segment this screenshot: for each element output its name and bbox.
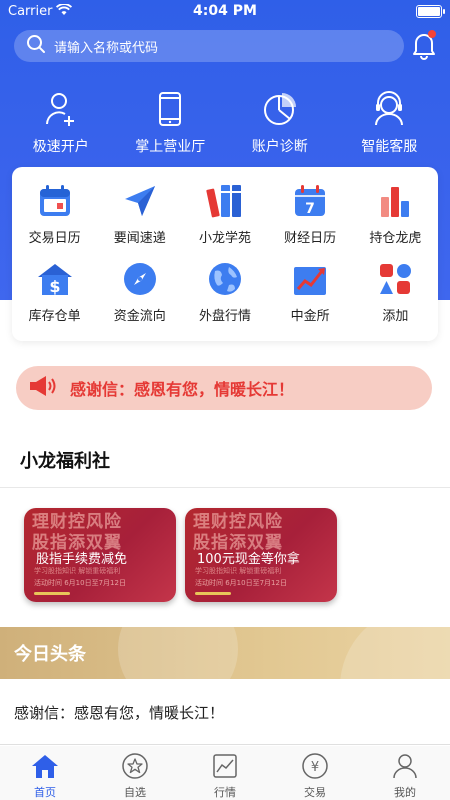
paper-plane-icon bbox=[99, 181, 181, 221]
action-smart-service[interactable]: 智能客服 bbox=[339, 90, 439, 160]
action-account-diagnosis[interactable]: 账户诊断 bbox=[230, 90, 330, 160]
banner-accent-bar bbox=[195, 592, 231, 595]
headline-header: 今日头条 bbox=[0, 627, 450, 679]
search-icon bbox=[26, 34, 46, 58]
status-bar: Carrier 4:04 PM bbox=[0, 0, 450, 24]
grid-item-positions[interactable]: 持仓龙虎 bbox=[354, 181, 436, 259]
promo-banner[interactable]: 理财控风险 股指添双翼 股指手续费减免 学习股指知识 解锁重磅福利 活动时间 6… bbox=[24, 508, 176, 602]
banner-subtitle: 学习股指知识 解锁重磅福利 bbox=[195, 567, 282, 575]
compass-icon bbox=[99, 259, 181, 299]
grid-label: 小龙学苑 bbox=[198, 231, 251, 246]
customer-service-icon bbox=[339, 90, 439, 128]
news-item[interactable]: 感谢信：感恩有您，情暖长江！ bbox=[14, 702, 224, 723]
grid-label: 持仓龙虎 bbox=[369, 231, 422, 246]
bar-chart-icon bbox=[354, 181, 436, 221]
notice-text: 感谢信：感恩有您，情暖长江！ bbox=[70, 380, 295, 399]
clock: 4:04 PM bbox=[193, 3, 257, 19]
banner-title: 100元现金等你拿 bbox=[197, 552, 300, 567]
grid-item-warehouse[interactable]: $ 库存仓单 bbox=[14, 259, 96, 337]
grid-label: 添加 bbox=[382, 309, 409, 324]
grid-item-cffex[interactable]: 中金所 bbox=[269, 259, 351, 337]
grid-label: 资金流向 bbox=[113, 309, 166, 324]
grid-item-trade-calendar[interactable]: 交易日历 bbox=[14, 181, 96, 259]
banner-headline-line: 理财控风险 bbox=[32, 512, 122, 532]
books-icon bbox=[184, 181, 266, 221]
grid-label: 交易日历 bbox=[28, 231, 81, 246]
tab-watchlist[interactable]: 自选 bbox=[95, 746, 175, 800]
phone-icon bbox=[120, 90, 220, 128]
star-icon bbox=[95, 752, 175, 780]
user-icon bbox=[365, 752, 445, 780]
decor-circle bbox=[118, 627, 238, 679]
trend-chart-icon bbox=[269, 259, 351, 299]
tab-label: 首页 bbox=[34, 786, 56, 799]
tab-label: 行情 bbox=[214, 786, 236, 799]
svg-text:¥: ¥ bbox=[311, 760, 319, 775]
grid-row: $ 库存仓单 资金流向 外盘行情 中金所 添加 bbox=[12, 259, 438, 337]
notification-dot bbox=[428, 30, 436, 38]
action-label: 智能客服 bbox=[361, 139, 418, 155]
calendar-icon bbox=[14, 181, 96, 221]
divider bbox=[0, 487, 450, 488]
tab-bar: 首页 自选 行情 ¥ 交易 我的 bbox=[0, 746, 450, 800]
pie-chart-icon bbox=[230, 90, 330, 128]
search-input[interactable]: 请输入名称或代码 bbox=[14, 30, 404, 62]
grid-label: 外盘行情 bbox=[198, 309, 251, 324]
banner-subtitle: 学习股指知识 解锁重磅福利 bbox=[34, 567, 121, 575]
svg-text:$: $ bbox=[49, 277, 60, 296]
section-title-welfare: 小龙福利社 bbox=[20, 451, 110, 472]
tab-label: 自选 bbox=[124, 786, 146, 799]
tab-profile[interactable]: 我的 bbox=[365, 746, 445, 800]
grid-item-finance-calendar[interactable]: 7 财经日历 bbox=[269, 181, 351, 259]
promo-banner[interactable]: 理财控风险 股指添双翼 100元现金等你拿 学习股指知识 解锁重磅福利 活动时间… bbox=[185, 508, 337, 602]
banner-date: 活动时间 6月10日至7月12日 bbox=[195, 579, 287, 587]
svg-text:7: 7 bbox=[305, 201, 315, 217]
grid-item-add[interactable]: 添加 bbox=[354, 259, 436, 337]
bell-icon[interactable] bbox=[410, 30, 438, 60]
banner-date: 活动时间 6月10日至7月12日 bbox=[34, 579, 126, 587]
grid-row: 交易日历 要闻速递 小龙学苑 7 财经日历 持仓龙虎 bbox=[12, 181, 438, 259]
megaphone-icon bbox=[28, 374, 58, 402]
apps-add-icon bbox=[354, 259, 436, 299]
notice-banner[interactable]: 感谢信：感恩有您，情暖长江！ bbox=[16, 366, 432, 410]
app-screen: Carrier 4:04 PM 请输入名称或代码 极速开户 掌上营业厅 账户诊断… bbox=[0, 0, 450, 800]
action-label: 账户诊断 bbox=[251, 139, 308, 155]
action-label: 掌上营业厅 bbox=[135, 139, 206, 155]
feature-grid: 交易日历 要闻速递 小龙学苑 7 财经日历 持仓龙虎 $ 库存仓单 资金流向 外… bbox=[12, 167, 438, 341]
add-user-icon bbox=[11, 90, 111, 128]
tab-label: 我的 bbox=[394, 786, 416, 799]
battery-icon bbox=[416, 5, 445, 18]
tab-home[interactable]: 首页 bbox=[5, 746, 85, 800]
grid-label: 库存仓单 bbox=[28, 309, 81, 324]
grid-label: 要闻速递 bbox=[113, 231, 166, 246]
banner-accent-bar bbox=[34, 592, 70, 595]
action-mobile-hall[interactable]: 掌上营业厅 bbox=[120, 90, 220, 160]
tab-quotes[interactable]: 行情 bbox=[185, 746, 265, 800]
grid-item-news[interactable]: 要闻速递 bbox=[99, 181, 181, 259]
grid-label: 中金所 bbox=[290, 309, 330, 324]
decor-circle bbox=[340, 627, 450, 679]
globe-icon bbox=[184, 259, 266, 299]
yen-icon: ¥ bbox=[275, 752, 355, 780]
grid-item-overseas-quotes[interactable]: 外盘行情 bbox=[184, 259, 266, 337]
grid-item-fund-flow[interactable]: 资金流向 bbox=[99, 259, 181, 337]
search-placeholder: 请输入名称或代码 bbox=[54, 40, 159, 56]
tab-label: 交易 bbox=[304, 786, 326, 799]
action-open-account[interactable]: 极速开户 bbox=[11, 90, 111, 160]
banner-headline-line: 理财控风险 bbox=[193, 512, 283, 532]
grid-label: 财经日历 bbox=[284, 231, 337, 246]
line-chart-icon bbox=[185, 752, 265, 780]
quick-actions: 极速开户 掌上营业厅 账户诊断 智能客服 bbox=[0, 90, 450, 160]
divider bbox=[0, 744, 450, 745]
warehouse-dollar-icon: $ bbox=[14, 259, 96, 299]
headline-title: 今日头条 bbox=[14, 644, 86, 665]
grid-item-academy[interactable]: 小龙学苑 bbox=[184, 181, 266, 259]
home-icon bbox=[5, 752, 85, 780]
banner-title: 股指手续费减免 bbox=[36, 552, 128, 567]
calendar-7-icon: 7 bbox=[269, 181, 351, 221]
tab-trade[interactable]: ¥ 交易 bbox=[275, 746, 355, 800]
action-label: 极速开户 bbox=[32, 139, 89, 155]
